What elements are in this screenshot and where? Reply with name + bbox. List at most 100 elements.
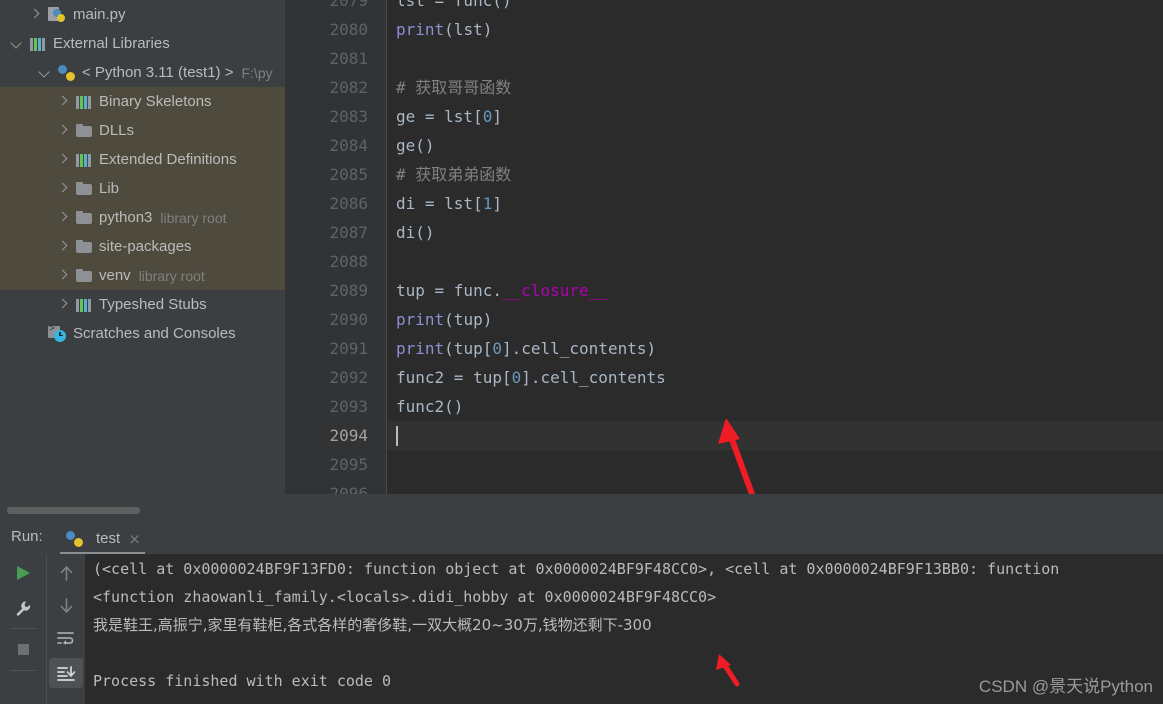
code-token: ].cell_contents): [501, 339, 657, 358]
code-token: (tup): [444, 310, 493, 329]
code-token: ]: [492, 194, 502, 213]
console-line-exit: Process finished with exit code 0: [93, 672, 392, 690]
editor-gutter[interactable]: 2079 2080 2081 2082 2083 2084 2085 2086 2087 2088…: [285, 0, 387, 494]
chevron-right-icon[interactable]: [56, 153, 69, 166]
tree-item-main-py[interactable]: main.py: [0, 0, 285, 29]
code-token: lst = func(): [396, 0, 512, 10]
toolbar-divider: [10, 628, 36, 629]
code-token: 0: [511, 368, 522, 387]
tree-item-label: main.py: [73, 6, 126, 23]
tree-item-scratches-and-consoles[interactable]: Scratches and Consoles: [0, 319, 285, 348]
code-token: di = lst[: [396, 194, 483, 213]
line-number: 2090: [329, 310, 368, 329]
code-token: (tup[: [444, 339, 493, 358]
previous-occurrence-button[interactable]: [49, 558, 83, 588]
current-line-highlight: [388, 421, 1163, 450]
chevron-right-icon[interactable]: [56, 95, 69, 108]
tree-item-binary-skeletons[interactable]: Binary Skeletons: [0, 87, 285, 116]
line-number: 2085: [329, 165, 368, 184]
tree-item-venv[interactable]: venv library root: [0, 261, 285, 290]
run-icon: [17, 566, 30, 580]
chevron-right-icon[interactable]: [56, 269, 69, 282]
tree-item-external-libraries[interactable]: External Libraries: [0, 29, 285, 58]
tree-item-label: Extended Definitions: [99, 151, 237, 168]
sidebar-horizontal-scrollbar[interactable]: [0, 507, 285, 514]
project-tree-panel: main.py External Libraries < Python 3.11 (…: [0, 0, 285, 521]
code-line[interactable]: di = lst[1]: [396, 189, 502, 218]
library-bars-icon: [76, 298, 92, 312]
code-line[interactable]: ge(): [396, 131, 435, 160]
tree-item-label: Lib: [99, 180, 120, 197]
rerun-button[interactable]: [6, 558, 40, 588]
code-line[interactable]: di(): [396, 218, 435, 247]
tree-item-python-3-11-test1[interactable]: < Python 3.11 (test1) > F:\py: [0, 58, 285, 87]
pycharm-window: main.py External Libraries < Python 3.11 (…: [0, 0, 1163, 704]
code-editor[interactable]: 2079 2080 2081 2082 2083 2084 2085 2086 2087 2088…: [285, 0, 1163, 494]
code-token: ge = lst[: [396, 107, 483, 126]
tree-item-suffix: library root: [160, 209, 227, 226]
code-line[interactable]: # 获取哥哥函数: [396, 73, 511, 102]
code-line[interactable]: ge = lst[0]: [396, 102, 502, 131]
code-token: tup = func.: [396, 281, 502, 300]
settings-button[interactable]: [6, 594, 40, 624]
text-caret: [396, 426, 398, 446]
tree-item-label: Binary Skeletons: [99, 93, 212, 110]
console-line-chinese: 我是鞋王,高振宁,家里有鞋柜,各式各样的奢侈鞋,一双大概20~30万,钱物还剩下…: [93, 616, 652, 634]
library-bars-icon: [76, 153, 92, 167]
code-token: print: [396, 310, 445, 329]
tree-item-label: < Python 3.11 (test1) >: [82, 64, 234, 81]
editor-code-area[interactable]: lst = func() print(lst) # 获取哥哥函数 ge = lst[0…: [388, 0, 1163, 494]
tree-item-extended-definitions[interactable]: Extended Definitions: [0, 145, 285, 174]
tree-item-label: Scratches and Consoles: [73, 325, 236, 342]
tree-item-lib[interactable]: Lib: [0, 174, 285, 203]
code-line[interactable]: func2 = tup[0].cell_contents: [396, 363, 666, 392]
tree-item-suffix: F:\py: [241, 64, 273, 81]
line-number: 2095: [329, 455, 368, 474]
run-tab-test[interactable]: test ×: [60, 523, 147, 554]
tree-item-label: DLLs: [99, 122, 135, 139]
project-tree: main.py External Libraries < Python 3.11 (…: [0, 0, 285, 348]
chevron-right-icon[interactable]: [56, 298, 69, 311]
close-icon[interactable]: ×: [128, 530, 141, 548]
run-tab-bar: Run: test ×: [0, 521, 1163, 555]
tree-item-label: venv: [99, 267, 131, 284]
python-icon: [66, 530, 83, 547]
scrollbar-thumb[interactable]: [7, 507, 140, 514]
code-line[interactable]: tup = func.__closure__: [396, 276, 608, 305]
scratches-icon: [48, 323, 66, 342]
chevron-down-icon[interactable]: [10, 37, 23, 50]
line-number: 2096: [329, 484, 368, 494]
code-line[interactable]: print(tup): [396, 305, 492, 334]
tree-item-typeshed-stubs[interactable]: Typeshed Stubs: [0, 290, 285, 319]
line-number: 2087: [329, 223, 368, 242]
scroll-to-end-button[interactable]: [49, 658, 83, 688]
code-line[interactable]: func2(): [396, 392, 463, 421]
chevron-right-icon[interactable]: [56, 211, 69, 224]
code-line[interactable]: # 获取弟弟函数: [396, 160, 511, 189]
code-line[interactable]: print(tup[0].cell_contents): [396, 334, 656, 363]
python-icon: [58, 64, 75, 81]
tree-item-dlls[interactable]: DLLs: [0, 116, 285, 145]
arrow-up-icon: [60, 565, 72, 581]
chevron-right-icon[interactable]: [56, 182, 69, 195]
next-occurrence-button[interactable]: [49, 590, 83, 620]
tree-item-python3[interactable]: python3 library root: [0, 203, 285, 232]
tree-item-label: Typeshed Stubs: [99, 296, 207, 313]
soft-wrap-button[interactable]: [49, 624, 83, 654]
python-file-icon: [48, 6, 66, 23]
scroll-to-end-icon: [56, 665, 75, 681]
code-line[interactable]: print(lst): [396, 15, 492, 44]
chevron-right-icon[interactable]: [56, 240, 69, 253]
line-number: 2080: [329, 20, 368, 39]
chevron-right-icon[interactable]: [56, 124, 69, 137]
stop-button[interactable]: [6, 634, 40, 664]
toolbar-divider-2: [10, 670, 36, 671]
code-token: di(): [396, 223, 435, 242]
folder-icon: [76, 182, 92, 195]
red-annotation-arrow-console: [716, 654, 740, 687]
code-line[interactable]: lst = func(): [396, 0, 512, 15]
tree-item-site-packages[interactable]: site-packages: [0, 232, 285, 261]
chevron-right-icon[interactable]: [28, 8, 41, 21]
chevron-down-icon[interactable]: [38, 66, 51, 79]
code-token: print: [396, 339, 445, 358]
